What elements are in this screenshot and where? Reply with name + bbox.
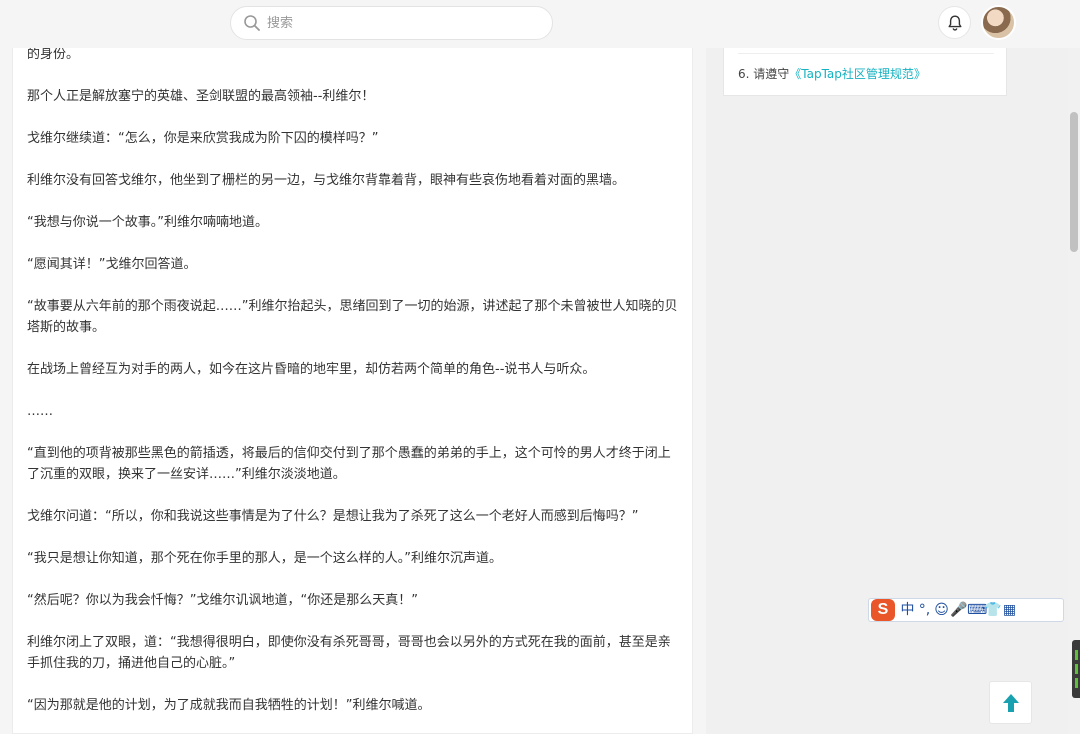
ime-emoji-icon[interactable]: ☺ — [933, 599, 950, 621]
scrollbar-thumb[interactable] — [1070, 112, 1078, 252]
user-avatar[interactable] — [981, 5, 1016, 40]
ime-keyboard-icon[interactable]: ⌨ — [967, 599, 987, 621]
article-paragraph: 利维尔没有回答戈维尔，他坐到了栅栏的另一边，与戈维尔背靠着背，眼神有些哀伤地看着… — [27, 173, 626, 188]
top-header — [0, 0, 1080, 48]
ime-mode-toggle[interactable]: 中 — [899, 599, 916, 621]
ime-voice-icon[interactable]: 🎤 — [950, 599, 967, 621]
divider — [738, 53, 994, 54]
article-paragraph: “因为那就是他的计划，为了成就我而自我牺牲的计划！”利维尔喊道。 — [27, 698, 431, 713]
article-card: “真是精彩啊，可爱的领袖大人！”戈维尔闭上双眼道，虽然他没有回头，却依然从这沉重… — [12, 0, 693, 734]
article-paragraph: “我想与你说一个故事。”利维尔喃喃地道。 — [27, 215, 268, 230]
ime-toolbox-icon[interactable]: ▦ — [1001, 599, 1018, 621]
edge-indicator — [1075, 650, 1078, 660]
edge-indicator — [1075, 664, 1078, 674]
ime-skin-icon[interactable]: 👕 — [984, 599, 1001, 621]
rule-item: 6. 请遵守《TapTap社区管理规范》 — [738, 65, 926, 82]
rule-prefix: 6. 请遵守 — [738, 67, 790, 81]
search-box[interactable] — [230, 6, 553, 40]
ime-logo-icon[interactable]: S — [871, 599, 895, 621]
ime-punctuation-toggle[interactable]: °, — [916, 599, 933, 621]
ime-toolbar[interactable]: S 中 °, ☺ 🎤 ⌨ 👕 ▦ — [868, 598, 1064, 622]
bell-icon — [948, 15, 961, 31]
article-paragraph: “直到他的项背被那些黑色的箭插透，将最后的信仰交付到了那个愚蠢的弟弟的手上，这个… — [27, 446, 671, 482]
search-input[interactable] — [267, 14, 537, 32]
article-paragraph: “愿闻其详！”戈维尔回答道。 — [27, 257, 197, 272]
search-icon — [244, 15, 260, 31]
page: “真是精彩啊，可爱的领袖大人！”戈维尔闭上双眼道，虽然他没有回头，却依然从这沉重… — [0, 0, 1080, 734]
notification-button[interactable] — [938, 6, 971, 39]
article-paragraph: 那个人正是解放塞宁的英雄、圣剑联盟的最高领袖--利维尔！ — [27, 89, 375, 104]
article-paragraph: 利维尔闭上了双眼，道：“我想得很明白，即使你没有杀死哥哥，哥哥也会以另外的方式死… — [27, 635, 671, 671]
sidebar — [706, 0, 1068, 734]
arrow-up-icon — [1002, 693, 1019, 712]
edge-widget[interactable] — [1072, 640, 1080, 698]
page-scrollbar[interactable] — [1068, 0, 1080, 734]
article-paragraph: “故事要从六年前的那个雨夜说起……”利维尔抬起头，思绪回到了一切的始源，讲述起了… — [27, 299, 678, 335]
article-paragraph: …… — [27, 404, 53, 419]
community-rules-link[interactable]: 《TapTap社区管理规范》 — [789, 67, 926, 81]
article-paragraph: 戈维尔问道：“所以，你和我说这些事情是为了什么？是想让我为了杀死了这么一个老好人… — [27, 509, 639, 524]
article-content: “真是精彩啊，可爱的领袖大人！”戈维尔闭上双眼道，虽然他没有回头，却依然从这沉重… — [27, 26, 679, 733]
edge-indicator — [1075, 678, 1078, 688]
article-paragraph: 戈维尔继续道：“怎么，你是来欣赏我成为阶下囚的模样吗？” — [27, 131, 379, 146]
article-paragraph: “我只是想让你知道，那个死在你手里的那人，是一个这么样的人。”利维尔沉声道。 — [27, 551, 502, 566]
back-to-top-button[interactable] — [989, 681, 1032, 724]
article-paragraph: 在战场上曾经互为对手的两人，如今在这片昏暗的地牢里，却仿若两个简单的角色--说书… — [27, 362, 596, 377]
article-paragraph: “然后呢？你以为我会忏悔？”戈维尔讥讽地道，“你还是那么天真！” — [27, 593, 418, 608]
